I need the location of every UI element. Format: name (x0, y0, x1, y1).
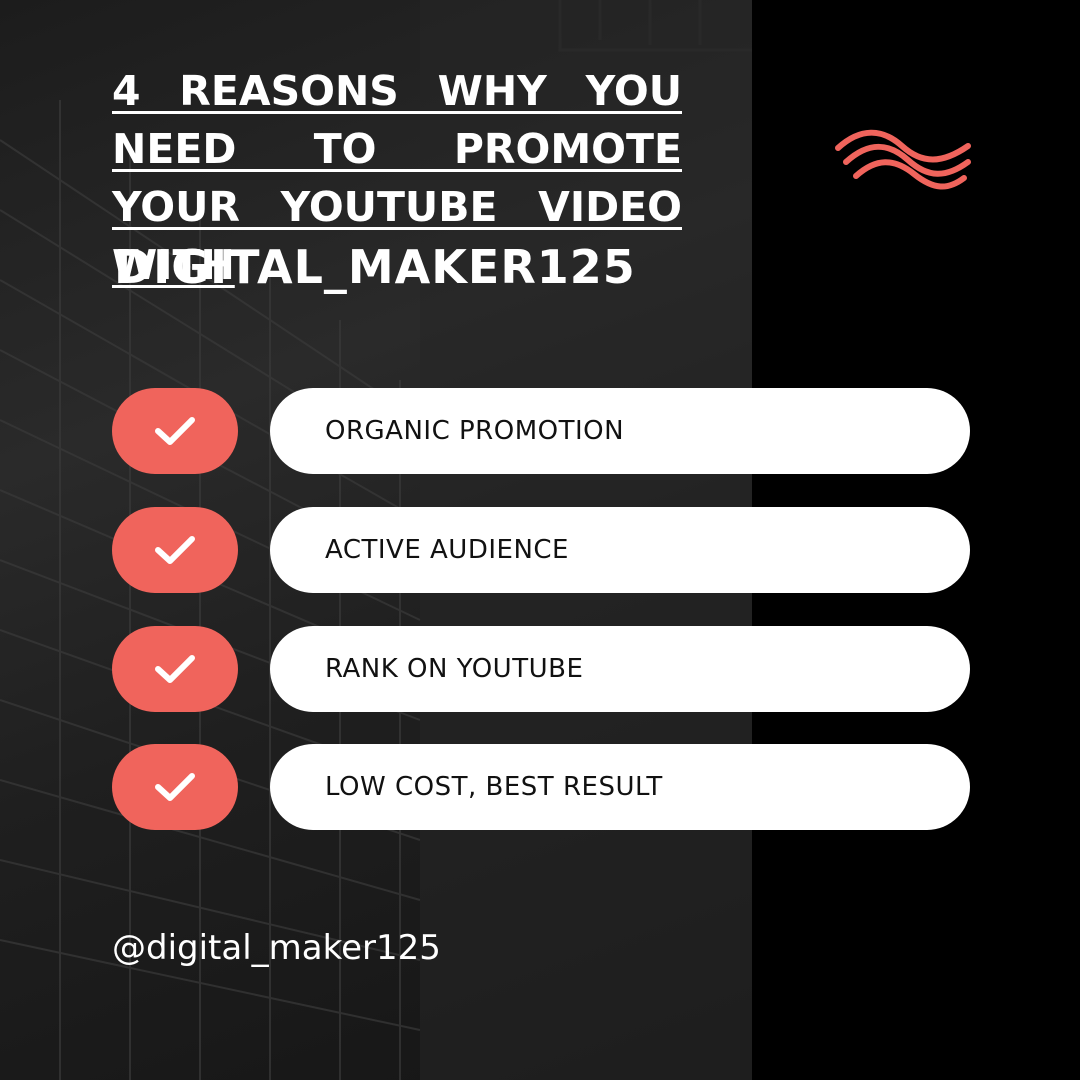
social-handle: @digital_maker125 (112, 928, 441, 968)
reason-row-2: ACTIVE AUDIENCE (112, 507, 972, 593)
check-icon (155, 417, 195, 445)
reason-label: LOW COST, BEST RESULT (325, 772, 663, 802)
reason-row-3: RANK ON YOUTUBE (112, 626, 972, 712)
check-badge (112, 507, 238, 593)
reason-label: ACTIVE AUDIENCE (325, 535, 569, 565)
reason-label: ORGANIC PROMOTION (325, 416, 625, 446)
reason-row-4: LOW COST, BEST RESULT (112, 744, 972, 830)
check-icon (155, 655, 195, 683)
check-icon (155, 536, 195, 564)
reason-pill: ACTIVE AUDIENCE (270, 507, 970, 593)
check-icon (155, 773, 195, 801)
reason-label: RANK ON YOUTUBE (325, 654, 584, 684)
reason-pill: LOW COST, BEST RESULT (270, 744, 970, 830)
reason-pill: ORGANIC PROMOTION (270, 388, 970, 474)
check-badge (112, 744, 238, 830)
check-badge (112, 626, 238, 712)
reason-pill: RANK ON YOUTUBE (270, 626, 970, 712)
reason-row-1: ORGANIC PROMOTION (112, 388, 972, 474)
waves-logo-icon (835, 129, 971, 190)
brand-name: DIGITAL_MAKER125 (114, 240, 636, 294)
check-badge (112, 388, 238, 474)
promo-card: 4 REASONS WHY YOU NEED TO PROMOTE YOUR Y… (0, 0, 1080, 1080)
